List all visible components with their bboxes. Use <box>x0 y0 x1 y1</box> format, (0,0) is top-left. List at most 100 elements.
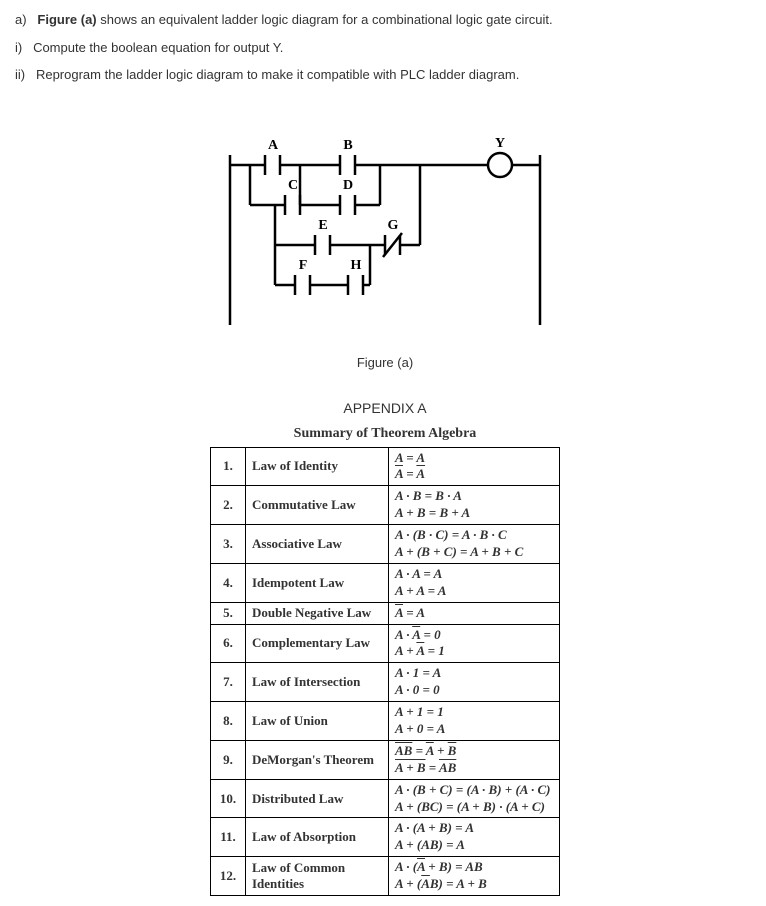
formula-text: = 0 <box>420 627 440 642</box>
table-row: 5. Double Negative Law A = A <box>211 602 560 624</box>
formula-text: A · A = A <box>395 566 442 581</box>
formula-text: = 1 <box>424 643 444 658</box>
part-a-label: a) <box>15 12 27 27</box>
formula-text: A · ( <box>395 859 417 874</box>
row-name: Double Negative Law <box>246 602 389 624</box>
formula-text: A + <box>395 643 416 658</box>
contact-E-label: E <box>318 218 327 233</box>
row-num: 10. <box>211 779 246 818</box>
row-num: 6. <box>211 624 246 663</box>
ii-text: Reprogram the ladder logic diagram to ma… <box>36 67 519 82</box>
subpart-ii: ii) Reprogram the ladder logic diagram t… <box>15 65 755 85</box>
row-formula: A · 1 = A A · 0 = 0 <box>389 663 560 702</box>
row-num: 5. <box>211 602 246 624</box>
row-num: 7. <box>211 663 246 702</box>
formula-text: + B) = AB <box>425 859 483 874</box>
formula-text: = <box>426 760 439 775</box>
table-row: 11. Law of Absorption A · (A + B) = A A … <box>211 818 560 857</box>
row-formula: A · (A + B) = AB A + (AB) = A + B <box>389 857 560 896</box>
formula-text: A + B = B + A <box>395 505 470 520</box>
row-name: Distributed Law <box>246 779 389 818</box>
formula-text: A <box>412 627 420 642</box>
contact-G-label: G <box>388 218 399 233</box>
row-name: Law of Absorption <box>246 818 389 857</box>
contact-A-label: A <box>268 138 279 153</box>
table-row: 3. Associative Law A · (B · C) = A · B ·… <box>211 525 560 564</box>
formula-text: A + (BC) = (A + B) · (A + C) <box>395 799 545 814</box>
table-row: 8. Law of Union A + 1 = 1 A + 0 = A <box>211 702 560 741</box>
row-formula: A · (B + C) = (A · B) + (A · C) A + (BC)… <box>389 779 560 818</box>
part-a-text: shows an equivalent ladder logic diagram… <box>97 12 553 27</box>
contact-D-label: D <box>343 178 353 193</box>
formula-text: A · <box>395 627 412 642</box>
row-name: Idempotent Law <box>246 563 389 602</box>
row-num: 3. <box>211 525 246 564</box>
formula-text: A <box>395 466 403 481</box>
ladder-svg: .wire { stroke:#000; stroke-width:2.5; f… <box>220 125 550 345</box>
formula-text: + <box>434 743 448 758</box>
formula-text: A · 1 = A <box>395 665 441 680</box>
row-formula: A · B = B · A A + B = B + A <box>389 486 560 525</box>
formula-text: A · (B + C) = (A · B) + (A · C) <box>395 782 551 797</box>
table-row: 10. Distributed Law A · (B + C) = (A · B… <box>211 779 560 818</box>
row-formula: A · A = A A + A = A <box>389 563 560 602</box>
row-name: Commutative Law <box>246 486 389 525</box>
row-num: 9. <box>211 740 246 779</box>
table-row: 4. Idempotent Law A · A = A A + A = A <box>211 563 560 602</box>
row-name: Law of Union <box>246 702 389 741</box>
table-row: 9. DeMorgan's Theorem AB = A + B A + B =… <box>211 740 560 779</box>
row-formula: AB = A + B A + B = AB <box>389 740 560 779</box>
formula-text: B) = A + B <box>430 876 487 891</box>
row-name: DeMorgan's Theorem <box>246 740 389 779</box>
table-row: 6. Complementary Law A · A = 0 A + A = 1 <box>211 624 560 663</box>
appendix-title: APPENDIX A <box>15 400 755 416</box>
contact-H-label: H <box>351 258 362 273</box>
row-num: 8. <box>211 702 246 741</box>
row-name: Complementary Law <box>246 624 389 663</box>
formula-text: A · (A + B) = A <box>395 820 474 835</box>
contact-C-label: C <box>288 178 298 193</box>
table-row: 2. Commutative Law A · B = B · A A + B =… <box>211 486 560 525</box>
figure-ref-bold: Figure (a) <box>37 12 96 27</box>
theorem-table: 1. Law of Identity A = A A = A 2. Commut… <box>210 447 560 896</box>
row-formula: A · (A + B) = A A + (AB) = A <box>389 818 560 857</box>
i-label: i) <box>15 40 22 55</box>
row-name: Law of Common Identities <box>246 857 389 896</box>
formula-text: A <box>426 743 434 758</box>
row-name: Law of Intersection <box>246 663 389 702</box>
formula-text: A <box>421 876 430 891</box>
formula-text: A + 1 = 1 <box>395 704 444 719</box>
table-row: 1. Law of Identity A = A A = A <box>211 447 560 486</box>
row-formula: A = A A = A <box>389 447 560 486</box>
formula-text: = A <box>403 605 425 620</box>
formula-text: A + (B + C) = A + B + C <box>395 544 523 559</box>
formula-text: A + B <box>395 760 426 775</box>
row-name: Associative Law <box>246 525 389 564</box>
row-formula: A = A <box>389 602 560 624</box>
contact-B-label: B <box>343 138 352 153</box>
row-formula: A · (B · C) = A · B · C A + (B + C) = A … <box>389 525 560 564</box>
row-num: 1. <box>211 447 246 486</box>
row-num: 12. <box>211 857 246 896</box>
formula-text: A <box>417 859 425 874</box>
formula-text: A + ( <box>395 876 421 891</box>
formula-text: A <box>416 466 425 481</box>
formula-text: A · (B · C) = A · B · C <box>395 527 507 542</box>
row-num: 4. <box>211 563 246 602</box>
row-num: 11. <box>211 818 246 857</box>
table-title: Summary of Theorem Algebra <box>15 426 755 442</box>
formula-text: A + 0 = A <box>395 721 445 736</box>
formula-text: A · B = B · A <box>395 488 462 503</box>
formula-text: A + (AB) = A <box>395 837 465 852</box>
formula-text: A <box>395 605 403 620</box>
row-name: Law of Identity <box>246 447 389 486</box>
table-row: 7. Law of Intersection A · 1 = A A · 0 =… <box>211 663 560 702</box>
row-formula: A · A = 0 A + A = 1 <box>389 624 560 663</box>
formula-text: AB <box>395 743 412 758</box>
formula-text: A = A <box>395 450 425 465</box>
formula-text: B <box>448 743 457 758</box>
subpart-i: i) Compute the boolean equation for outp… <box>15 38 755 58</box>
table-row: 12. Law of Common Identities A · (A + B)… <box>211 857 560 896</box>
row-num: 2. <box>211 486 246 525</box>
formula-text: AB <box>439 760 456 775</box>
